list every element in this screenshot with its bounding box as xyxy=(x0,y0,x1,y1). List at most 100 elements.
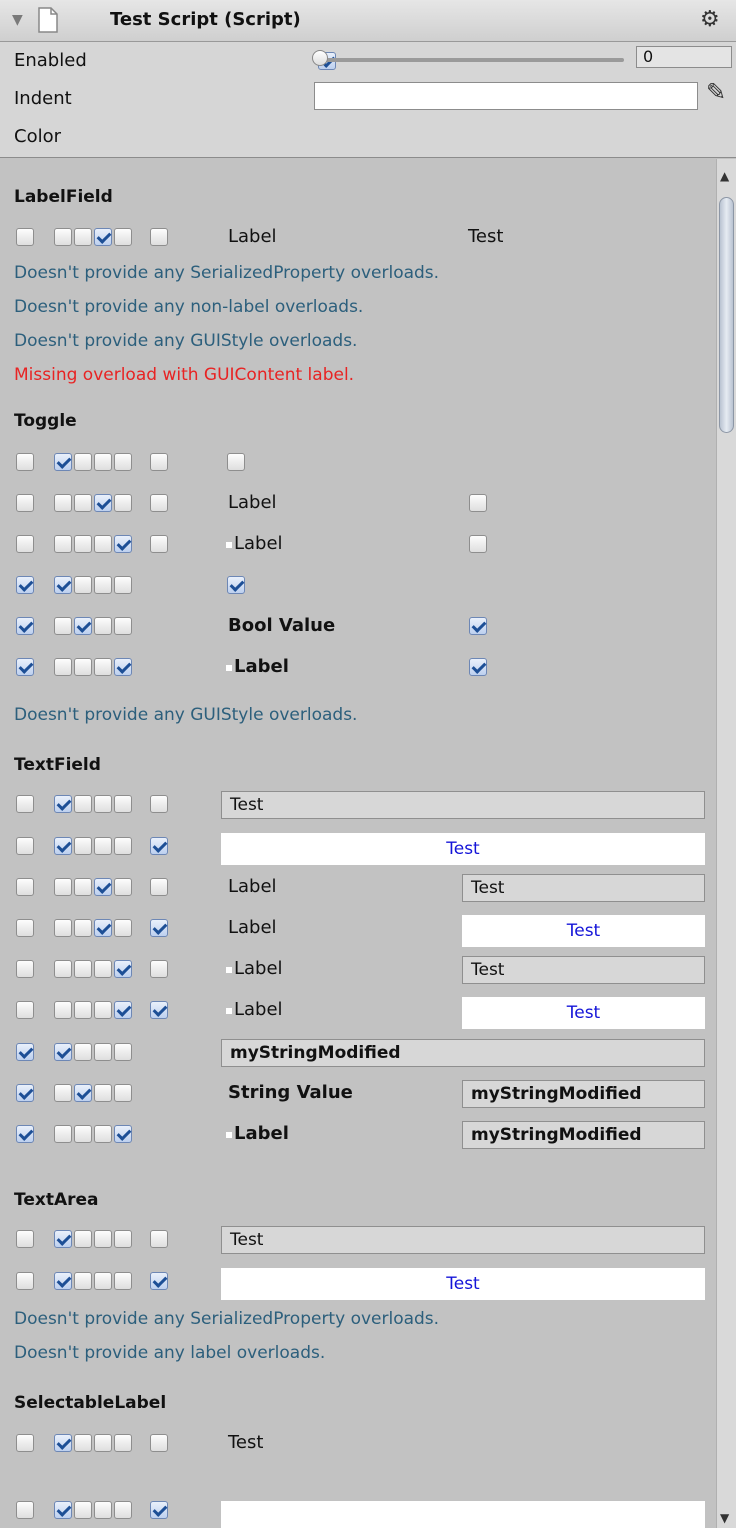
option-checkbox[interactable] xyxy=(94,658,112,676)
option-checkbox[interactable] xyxy=(16,658,34,676)
option-checkbox[interactable] xyxy=(16,617,34,635)
option-checkbox[interactable] xyxy=(16,837,34,855)
option-checkbox[interactable] xyxy=(74,878,92,896)
option-checkbox[interactable] xyxy=(114,228,132,246)
vertical-scrollbar[interactable]: ▲ ▼ xyxy=(716,159,736,1528)
option-checkbox[interactable] xyxy=(54,617,72,635)
option-checkbox[interactable] xyxy=(150,453,168,471)
text-field[interactable]: Test xyxy=(462,874,705,902)
option-checkbox[interactable] xyxy=(54,494,72,512)
gear-icon[interactable]: ⚙ xyxy=(700,7,720,32)
selectable-label[interactable]: Test xyxy=(228,1432,263,1453)
toggle-field[interactable] xyxy=(469,617,487,635)
option-checkbox[interactable] xyxy=(74,919,92,937)
option-checkbox[interactable] xyxy=(94,1084,112,1102)
option-checkbox[interactable] xyxy=(94,228,112,246)
scroll-down-icon[interactable]: ▼ xyxy=(720,1511,729,1525)
option-checkbox[interactable] xyxy=(94,1272,112,1290)
option-checkbox[interactable] xyxy=(16,795,34,813)
option-checkbox[interactable] xyxy=(94,617,112,635)
option-checkbox[interactable] xyxy=(54,1125,72,1143)
option-checkbox[interactable] xyxy=(114,1434,132,1452)
option-checkbox[interactable] xyxy=(54,576,72,594)
color-field[interactable] xyxy=(314,82,698,110)
option-checkbox[interactable] xyxy=(54,658,72,676)
option-checkbox[interactable] xyxy=(74,453,92,471)
option-checkbox[interactable] xyxy=(114,1084,132,1102)
option-checkbox[interactable] xyxy=(150,535,168,553)
option-checkbox[interactable] xyxy=(16,1043,34,1061)
option-checkbox[interactable] xyxy=(54,960,72,978)
option-checkbox[interactable] xyxy=(54,1043,72,1061)
option-checkbox[interactable] xyxy=(16,1434,34,1452)
text-field[interactable]: Test xyxy=(462,956,705,984)
option-checkbox[interactable] xyxy=(150,228,168,246)
option-checkbox[interactable] xyxy=(54,837,72,855)
option-checkbox[interactable] xyxy=(150,795,168,813)
option-checkbox[interactable] xyxy=(150,1434,168,1452)
option-checkbox[interactable] xyxy=(54,795,72,813)
option-checkbox[interactable] xyxy=(54,535,72,553)
option-checkbox[interactable] xyxy=(54,1434,72,1452)
option-checkbox[interactable] xyxy=(16,228,34,246)
option-checkbox[interactable] xyxy=(74,617,92,635)
option-checkbox[interactable] xyxy=(16,1230,34,1248)
option-checkbox[interactable] xyxy=(114,795,132,813)
toggle-field[interactable] xyxy=(469,658,487,676)
toggle-field[interactable] xyxy=(469,494,487,512)
option-checkbox[interactable] xyxy=(94,878,112,896)
option-checkbox[interactable] xyxy=(150,1001,168,1019)
option-checkbox[interactable] xyxy=(114,1001,132,1019)
indent-value-field[interactable]: 0 xyxy=(636,46,732,68)
option-checkbox[interactable] xyxy=(16,1501,34,1519)
option-checkbox[interactable] xyxy=(150,494,168,512)
selectable-label-field[interactable]: Test xyxy=(221,1501,705,1528)
option-checkbox[interactable] xyxy=(114,1125,132,1143)
option-checkbox[interactable] xyxy=(114,494,132,512)
option-checkbox[interactable] xyxy=(74,1230,92,1248)
option-checkbox[interactable] xyxy=(74,658,92,676)
option-checkbox[interactable] xyxy=(74,1043,92,1061)
option-checkbox[interactable] xyxy=(94,453,112,471)
option-checkbox[interactable] xyxy=(74,576,92,594)
option-checkbox[interactable] xyxy=(94,494,112,512)
option-checkbox[interactable] xyxy=(114,960,132,978)
option-checkbox[interactable] xyxy=(114,1272,132,1290)
option-checkbox[interactable] xyxy=(74,1501,92,1519)
toggle-field[interactable] xyxy=(469,535,487,553)
option-checkbox[interactable] xyxy=(74,837,92,855)
option-checkbox[interactable] xyxy=(54,1084,72,1102)
option-checkbox[interactable] xyxy=(94,576,112,594)
option-checkbox[interactable] xyxy=(74,1084,92,1102)
indent-slider-knob[interactable] xyxy=(312,50,328,66)
text-field[interactable]: myStringModified xyxy=(462,1121,705,1149)
option-checkbox[interactable] xyxy=(74,795,92,813)
option-checkbox[interactable] xyxy=(16,878,34,896)
scroll-up-icon[interactable]: ▲ xyxy=(720,169,729,183)
option-checkbox[interactable] xyxy=(94,960,112,978)
option-checkbox[interactable] xyxy=(54,1272,72,1290)
option-checkbox[interactable] xyxy=(16,453,34,471)
option-checkbox[interactable] xyxy=(74,1434,92,1452)
option-checkbox[interactable] xyxy=(114,617,132,635)
option-checkbox[interactable] xyxy=(150,1501,168,1519)
option-checkbox[interactable] xyxy=(74,960,92,978)
text-field[interactable]: myStringModified xyxy=(462,1080,705,1108)
option-checkbox[interactable] xyxy=(150,878,168,896)
text-area[interactable]: Test xyxy=(221,1226,705,1254)
option-checkbox[interactable] xyxy=(94,795,112,813)
option-checkbox[interactable] xyxy=(94,837,112,855)
option-checkbox[interactable] xyxy=(54,228,72,246)
option-checkbox[interactable] xyxy=(150,1272,168,1290)
option-checkbox[interactable] xyxy=(94,1501,112,1519)
option-checkbox[interactable] xyxy=(94,1043,112,1061)
option-checkbox[interactable] xyxy=(54,1501,72,1519)
text-field[interactable]: Test xyxy=(462,915,705,947)
option-checkbox[interactable] xyxy=(114,453,132,471)
option-checkbox[interactable] xyxy=(54,919,72,937)
eyedropper-icon[interactable]: ✎ xyxy=(706,78,726,106)
text-area[interactable]: Test xyxy=(221,1268,705,1300)
option-checkbox[interactable] xyxy=(54,1230,72,1248)
option-checkbox[interactable] xyxy=(74,1001,92,1019)
option-checkbox[interactable] xyxy=(114,576,132,594)
